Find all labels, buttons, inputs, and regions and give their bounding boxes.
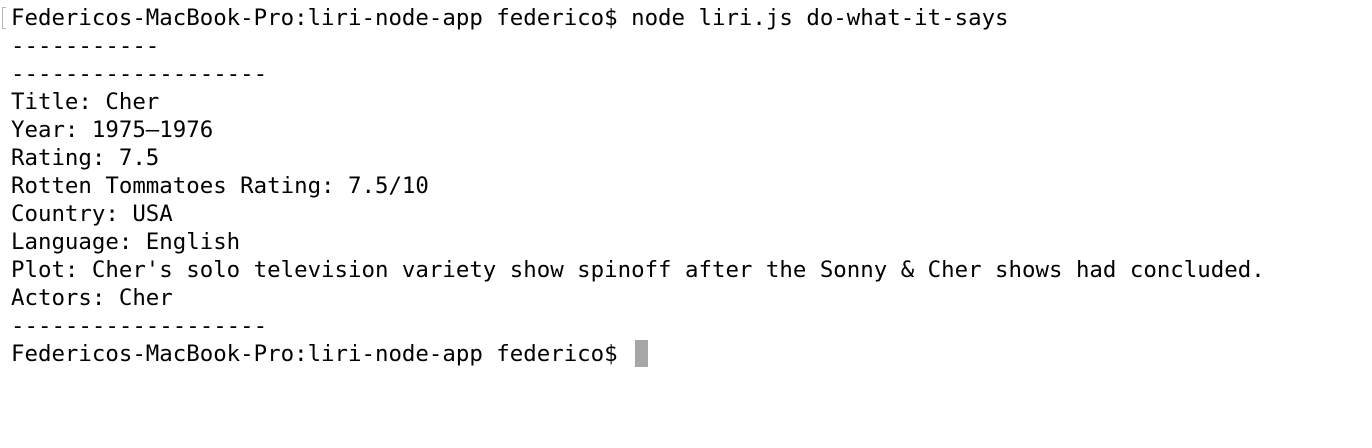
separator-line: ------------------- (11, 61, 268, 87)
separator-line: ----------- (11, 33, 160, 59)
shell-prompt: Federicos-MacBook-Pro:liri-node-app fede… (11, 341, 618, 367)
command-line: Federicos-MacBook-Pro:liri-node-app fede… (11, 5, 1009, 31)
separator-line: ------------------- (11, 313, 268, 339)
output-rating-line: Rating: 7.5 (11, 145, 160, 171)
output-language-line: Language: English (11, 229, 241, 255)
output-title-line: Title: Cher (11, 89, 160, 115)
output-year-line: Year: 1975–1976 (11, 117, 214, 143)
output-rotten-tomatoes-line: Rotten Tommatoes Rating: 7.5/10 (11, 173, 429, 199)
terminal-window[interactable]: Federicos-MacBook-Pro:liri-node-app fede… (0, 0, 1372, 448)
terminal-output: Federicos-MacBook-Pro:liri-node-app fede… (11, 4, 1265, 368)
output-actors-line: Actors: Cher (11, 285, 173, 311)
terminal-mark-bracket (2, 7, 6, 29)
output-plot-line: Plot: Cher's solo television variety sho… (11, 257, 1265, 283)
output-country-line: Country: USA (11, 201, 173, 227)
text-cursor (635, 340, 649, 367)
prompt-line[interactable]: Federicos-MacBook-Pro:liri-node-app fede… (11, 340, 1265, 368)
